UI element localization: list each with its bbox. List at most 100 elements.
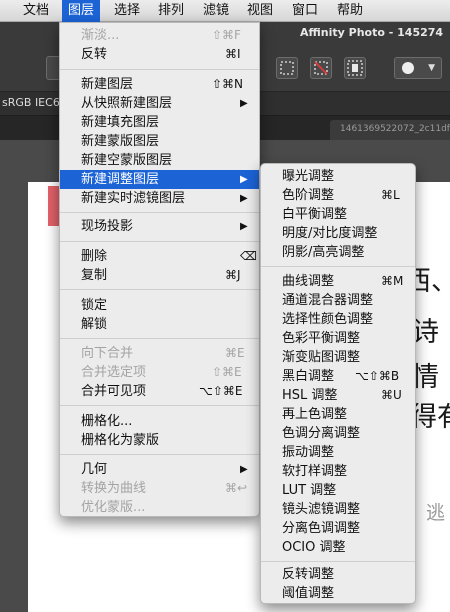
invert-selection-icon [347,60,363,76]
invert-selection-button[interactable] [344,57,366,79]
menu-item-label: 现场投影 [81,219,134,234]
menu-item-merge-down[interactable]: 向下合并 ⌘E [60,344,259,363]
menu-item-label: 新建调整图层 [81,172,160,187]
deselect-button[interactable] [310,57,332,79]
menu-item-label: 再上色调整 [282,407,348,422]
menu-layer[interactable]: 图层 [62,0,101,22]
submenu-arrow-icon: ▶ [240,221,248,232]
menu-item-label: 几何 [81,462,108,477]
submenu-item-selective-color[interactable]: 选择性颜色调整 [261,310,415,329]
color-dropdown-button[interactable]: ▼ [394,57,442,79]
menu-item-new-layer-from-snapshot[interactable]: 从快照新建图层 ▶ [60,94,259,113]
menu-select[interactable]: 选择 [108,0,146,22]
menu-item-new-adjustment-layer[interactable]: 新建调整图层 ▶ [60,170,259,189]
menu-item-new-layer[interactable]: 新建图层 ⇧⌘N [60,75,259,94]
menu-item-new-empty-mask-layer[interactable]: 新建空蒙版图层 [60,151,259,170]
submenu-item-brightness-contrast[interactable]: 明度/对比度调整 [261,224,415,243]
document-tab[interactable]: 1461369522072_2c11dfb [330,120,450,140]
menu-separator [261,561,415,562]
submenu-item-split-toning[interactable]: 分离色调调整 [261,519,415,538]
no-selection-icon [314,61,328,75]
menu-item-label: 合并选定项 [81,365,147,380]
menu-bar: 文档 图层 选择 排列 滤镜 视图 窗口 帮助 [0,0,450,22]
menu-item-label: 合并可见项 [81,384,147,399]
menu-item-convert-to-curves[interactable]: 转换为曲线 ⌘↩ [60,479,259,498]
menu-item-fade[interactable]: 渐淡... ⇧⌘F [60,26,259,45]
submenu-item-recolor[interactable]: 再上色调整 [261,405,415,424]
document-text-5: 逃 [426,502,446,524]
menu-item-rasterize[interactable]: 栅格化... [60,412,259,431]
menu-item-shortcut: ⇧⌘F [212,28,241,42]
menu-item-shortcut: ⌘J [225,268,241,282]
chevron-down-icon: ▼ [428,63,435,73]
submenu-item-color-balance[interactable]: 色彩平衡调整 [261,329,415,348]
menu-separator [60,405,259,406]
menu-item-unlock[interactable]: 解锁 [60,315,259,334]
menu-item-label: 软打样调整 [282,464,348,479]
menu-item-refine-mask[interactable]: 优化蒙版... [60,498,259,517]
menu-item-label: 渐淡... [81,28,120,43]
menu-help[interactable]: 帮助 [331,0,369,22]
menu-item-duplicate[interactable]: 复制 ⌘J [60,266,259,285]
menu-item-label: 向下合并 [81,346,134,361]
submenu-arrow-icon: ▶ [240,98,248,109]
menu-item-label: 删除 [81,249,108,264]
submenu-item-exposure[interactable]: 曝光调整 [261,167,415,186]
menu-item-label: 色阶调整 [282,188,335,203]
menu-item-label: 黑白调整 [282,369,335,384]
menu-item-label: 白平衡调整 [282,207,348,222]
menu-item-shortcut: ⌫ [240,249,257,263]
menu-item-rasterize-to-mask[interactable]: 栅格化为蒙版 [60,431,259,450]
menu-item-label: 栅格化为蒙版 [81,433,160,448]
menu-window[interactable]: 窗口 [286,0,324,22]
menu-item-merge-visible[interactable]: 合并可见项 ⌥⇧⌘E [60,382,259,401]
menu-item-geometry[interactable]: 几何 ▶ [60,460,259,479]
menu-separator [60,289,259,290]
menu-item-label: 色调分离调整 [282,426,361,441]
menu-item-lock[interactable]: 锁定 [60,296,259,315]
menu-item-label: 分离色调调整 [282,521,361,536]
submenu-item-channel-mixer[interactable]: 通道混合器调整 [261,291,415,310]
layer-menu: 渐淡... ⇧⌘F 反转 ⌘I 新建图层 ⇧⌘N 从快照新建图层 ▶ 新建填充图… [59,22,260,517]
document-text-4: 得有 [410,402,450,433]
submenu-item-gradient-map[interactable]: 渐变贴图调整 [261,348,415,367]
window-title: Affinity Photo - 145274 [300,26,444,39]
menu-arrange[interactable]: 排列 [152,0,190,22]
submenu-item-invert[interactable]: 反转调整 [261,565,415,584]
menu-document[interactable]: 文档 [17,0,55,22]
menu-filters[interactable]: 滤镜 [197,0,235,22]
menu-item-label: 阈值调整 [282,586,335,601]
submenu-item-lens-filter[interactable]: 镜头滤镜调整 [261,500,415,519]
submenu-item-posterize[interactable]: 色调分离调整 [261,424,415,443]
submenu-item-hsl[interactable]: HSL 调整 ⌘U [261,386,415,405]
menu-item-label: 曲线调整 [282,274,335,289]
submenu-item-vibrance[interactable]: 振动调整 [261,443,415,462]
menu-separator [60,241,259,242]
marquee-select-button[interactable] [276,57,298,79]
submenu-item-levels[interactable]: 色阶调整 ⌘L [261,186,415,205]
submenu-item-threshold[interactable]: 阈值调整 [261,584,415,603]
menu-item-new-live-filter-layer[interactable]: 新建实时滤镜图层 ▶ [60,189,259,208]
menu-item-label: 通道混合器调整 [282,293,374,308]
menu-item-new-fill-layer[interactable]: 新建填充图层 [60,113,259,132]
menu-separator [60,212,259,213]
menu-separator [60,338,259,339]
submenu-item-white-balance[interactable]: 白平衡调整 [261,205,415,224]
menu-item-label: 优化蒙版... [81,500,146,515]
menu-item-live-projection[interactable]: 现场投影 ▶ [60,217,259,236]
submenu-item-shadows-highlights[interactable]: 阴影/高亮调整 [261,243,415,262]
menu-item-new-mask-layer[interactable]: 新建蒙版图层 [60,132,259,151]
menu-item-invert[interactable]: 反转 ⌘I [60,45,259,64]
menu-separator [60,69,259,70]
submenu-item-lut[interactable]: LUT 调整 [261,481,415,500]
submenu-arrow-icon: ▶ [240,174,248,185]
menu-item-merge-selected[interactable]: 合并选定项 ⇧⌘E [60,363,259,382]
submenu-item-ocio[interactable]: OCIO 调整 [261,538,415,557]
submenu-item-black-white[interactable]: 黑白调整 ⌥⇧⌘B [261,367,415,386]
menu-item-shortcut: ⌥⇧⌘E [199,384,243,398]
submenu-item-soft-proof[interactable]: 软打样调整 [261,462,415,481]
menu-view[interactable]: 视图 [241,0,279,22]
submenu-item-curves[interactable]: 曲线调整 ⌘M [261,272,415,291]
menu-item-delete[interactable]: 删除 ⌫ [60,247,259,266]
menu-item-shortcut: ⌥⇧⌘B [355,369,400,383]
